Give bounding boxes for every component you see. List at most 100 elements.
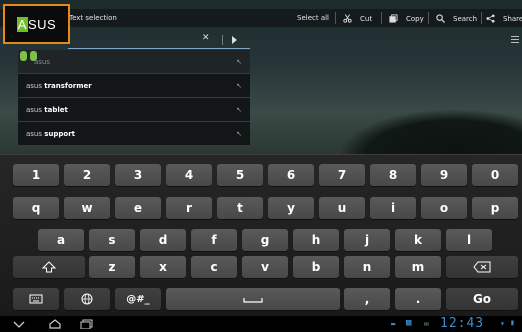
list-item[interactable]: asus transformer ↖ (18, 74, 250, 98)
key-v[interactable]: v (242, 256, 288, 278)
copy-button[interactable]: Copy (389, 14, 424, 23)
arrow-up-left-icon[interactable]: ↖ (236, 82, 242, 90)
keyboard-settings-key[interactable] (13, 288, 59, 310)
divider (335, 12, 336, 24)
key-5[interactable]: 5 (217, 164, 263, 186)
key-c[interactable]: c (191, 256, 237, 278)
suggestion-text: asus support (26, 129, 76, 138)
language-key[interactable] (64, 288, 110, 310)
mail-icon[interactable]: ✉ (424, 319, 429, 328)
soft-keyboard: 1 2 3 4 5 6 7 8 9 0 q w e r t y u i o p … (0, 154, 522, 316)
key-e[interactable]: e (115, 197, 161, 219)
key-1[interactable]: 1 (13, 164, 59, 186)
key-j[interactable]: j (344, 229, 390, 251)
key-f[interactable]: f (191, 229, 237, 251)
key-s[interactable]: s (89, 229, 135, 251)
key-g[interactable]: g (242, 229, 288, 251)
key-z[interactable]: z (89, 256, 135, 278)
key-k[interactable]: k (395, 229, 441, 251)
asus-logo: A SUS (3, 4, 70, 44)
wifi-icon[interactable]: ▾ (500, 319, 505, 328)
copy-label: Copy (406, 14, 424, 23)
search-icon (436, 14, 445, 23)
arrow-up-left-icon[interactable]: ↖ (236, 106, 242, 114)
tree-silhouette (340, 110, 522, 160)
share-icon (486, 14, 495, 23)
notification-icon[interactable]: ▬ (391, 320, 395, 328)
key-6[interactable]: 6 (268, 164, 314, 186)
close-icon[interactable]: ✕ (202, 33, 210, 43)
comma-key[interactable]: , (344, 288, 390, 310)
shift-icon (42, 261, 56, 273)
play-icon[interactable] (222, 33, 250, 47)
divider (381, 12, 382, 24)
app-icon-fragment (20, 51, 37, 61)
key-w[interactable]: w (64, 197, 110, 219)
arrow-up-left-icon[interactable]: ↖ (236, 58, 242, 66)
key-t[interactable]: t (217, 197, 263, 219)
divider (481, 12, 482, 24)
logo-highlight: A (16, 16, 28, 32)
logo-rest: SUS (27, 16, 57, 32)
suggestion-text: asus transformer (26, 81, 92, 90)
symbols-key[interactable]: @#_ (115, 288, 161, 310)
list-item[interactable]: asus ↖ (18, 50, 250, 74)
key-y[interactable]: y (268, 197, 314, 219)
share-label: Share (503, 14, 522, 23)
battery-icon[interactable]: ▮ (510, 318, 515, 327)
arrow-up-left-icon[interactable]: ↖ (236, 130, 242, 138)
key-b[interactable]: b (293, 256, 339, 278)
space-key[interactable] (166, 288, 340, 310)
suggestion-text: asus tablet (26, 105, 68, 114)
select-all-label: Select all (297, 14, 329, 22)
backspace-key[interactable] (446, 256, 518, 278)
key-h[interactable]: h (293, 229, 339, 251)
key-3[interactable]: 3 (115, 164, 161, 186)
key-x[interactable]: x (140, 256, 186, 278)
key-a[interactable]: a (38, 229, 84, 251)
search-label: Search (453, 14, 478, 23)
key-m[interactable]: m (395, 256, 441, 278)
list-item[interactable]: asus support ↖ (18, 122, 250, 146)
key-u[interactable]: u (319, 197, 365, 219)
recent-apps-icon[interactable] (80, 319, 94, 329)
key-0[interactable]: 0 (472, 164, 518, 186)
search-button[interactable]: Search (436, 14, 477, 23)
select-all-button[interactable]: Select all (297, 14, 329, 22)
system-navigation-bar: ▬ ▩ ✉ 12:43 ▾ ▮ (0, 316, 522, 332)
key-8[interactable]: 8 (370, 164, 416, 186)
key-p[interactable]: p (472, 197, 518, 219)
clock[interactable]: 12:43 (440, 316, 484, 331)
key-9[interactable]: 9 (421, 164, 467, 186)
search-suggestions: asus ↖ asus transformer ↖ asus tablet ↖ … (18, 50, 250, 146)
cut-button[interactable]: Cut (343, 14, 372, 23)
share-button[interactable]: Share (486, 14, 522, 23)
key-n[interactable]: n (344, 256, 390, 278)
list-item[interactable]: asus tablet ↖ (18, 98, 250, 122)
space-icon (243, 298, 263, 303)
scissors-icon (343, 14, 352, 23)
copy-icon (389, 14, 398, 23)
cut-label: Cut (360, 14, 373, 23)
key-i[interactable]: i (370, 197, 416, 219)
text-selection-action-bar: Text selection Select all Cut Copy Searc… (0, 9, 522, 27)
period-key[interactable]: . (395, 288, 441, 310)
key-d[interactable]: d (140, 229, 186, 251)
key-o[interactable]: o (421, 197, 467, 219)
menu-icon[interactable] (511, 36, 519, 44)
home-icon[interactable] (48, 319, 62, 329)
key-7[interactable]: 7 (319, 164, 365, 186)
key-l[interactable]: l (446, 229, 492, 251)
key-4[interactable]: 4 (166, 164, 212, 186)
back-icon[interactable] (12, 319, 26, 329)
action-bar-title: Text selection (69, 14, 117, 22)
key-2[interactable]: 2 (64, 164, 110, 186)
divider (428, 12, 429, 24)
app-notification-icon[interactable]: ▩ (406, 318, 411, 328)
backspace-icon (473, 261, 491, 273)
key-r[interactable]: r (166, 197, 212, 219)
key-q[interactable]: q (13, 197, 59, 219)
go-key[interactable]: Go (446, 288, 518, 310)
globe-icon (81, 293, 93, 305)
shift-key[interactable] (13, 256, 85, 278)
